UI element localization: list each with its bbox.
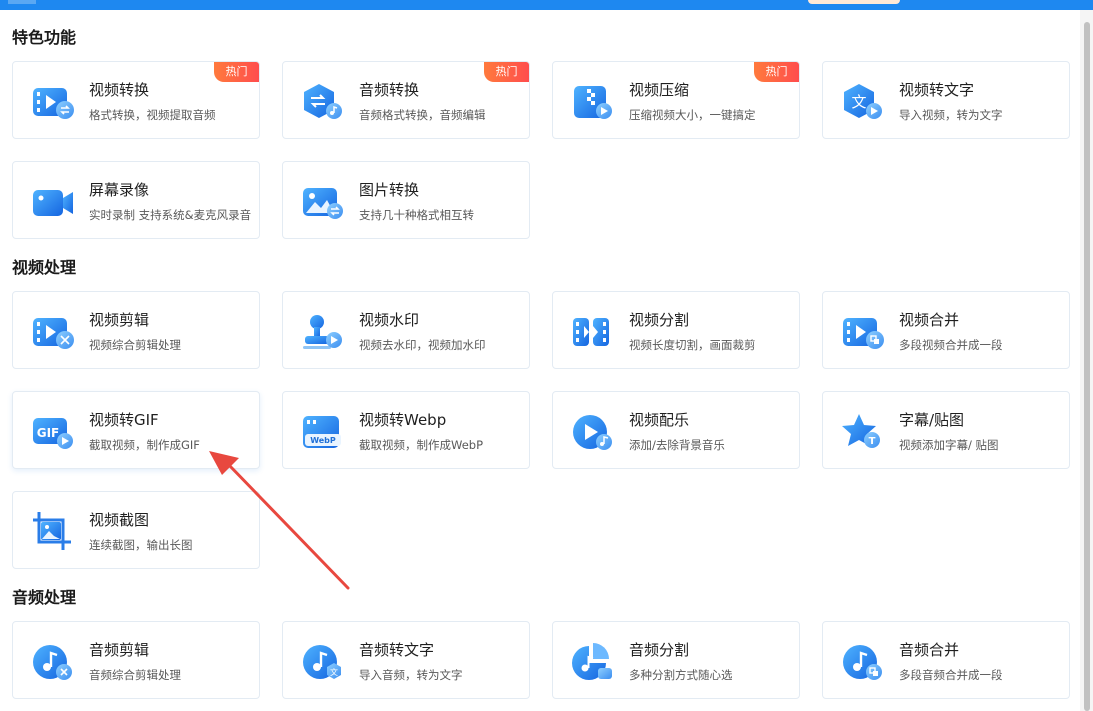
card-title: 屏幕录像	[89, 181, 150, 199]
card-video-watermark[interactable]: 视频水印 视频去水印，视频加水印	[282, 291, 530, 369]
card-description: 视频综合剪辑处理	[89, 338, 181, 352]
section-title-video: 视频处理	[12, 258, 77, 277]
webp-icon-label: WebP	[310, 436, 336, 445]
card-audio-merge[interactable]: 音频合并 多段音频合并成一段	[822, 621, 1070, 699]
card-description: 连续截图，输出长图	[89, 538, 193, 552]
vertical-scrollbar[interactable]	[1080, 10, 1093, 711]
video-to-text-icon: 文	[844, 84, 882, 119]
card-description: 实时录制 支持系统&麦克风录音	[89, 208, 252, 222]
card-description: 导入视频，转为文字	[899, 108, 1003, 122]
card-description: 音频综合剪辑处理	[89, 668, 181, 682]
audio-merge-icon	[843, 645, 882, 680]
card-description: 格式转换，视频提取音频	[89, 108, 216, 122]
section-title-featured: 特色功能	[12, 28, 77, 47]
card-title: 图片转换	[359, 181, 420, 199]
card-title: 视频压缩	[629, 81, 690, 99]
card-description: 多段音频合并成一段	[899, 668, 1003, 682]
card-description: 添加/去除背景音乐	[629, 438, 725, 452]
card-description: 多段视频合并成一段	[899, 338, 1003, 352]
video-compress-icon	[574, 86, 612, 119]
card-description: 多种分割方式随心选	[629, 668, 733, 682]
card-title: 视频水印	[359, 311, 420, 329]
audio-convert-icon	[304, 84, 342, 119]
video-screenshot-icon	[33, 512, 71, 550]
hot-badge: 热门	[214, 62, 259, 82]
hot-badge: 热门	[484, 62, 529, 82]
subtitle-icon-label: T	[869, 436, 876, 447]
video-split-icon	[573, 318, 609, 346]
card-description: 视频长度切割，画面裁剪	[629, 338, 756, 352]
card-description: 截取视频，制作成GIF	[89, 438, 200, 452]
section-title-audio: 音频处理	[12, 588, 77, 607]
card-title: 音频转换	[359, 81, 420, 99]
card-title: 视频合并	[899, 311, 960, 329]
feature-panel: 特色功能 视频转换 格式转换，视频提取音频 热门 音频转换 音频格式转换，音频编…	[0, 10, 1080, 711]
card-title: 音频剪辑	[89, 641, 150, 659]
card-video-merge[interactable]: 视频合并 多段视频合并成一段	[822, 291, 1070, 369]
card-subtitle-sticker[interactable]: T 字幕/贴图 视频添加字幕/ 贴图	[822, 391, 1070, 469]
card-video-screenshot[interactable]: 视频截图 连续截图，输出长图	[12, 491, 260, 569]
card-screen-record[interactable]: 屏幕录像 实时录制 支持系统&麦克风录音	[12, 161, 260, 239]
card-title: 音频分割	[629, 641, 690, 659]
subtitle-sticker-icon: T	[842, 414, 880, 448]
card-description: 音频格式转换，音频编辑	[359, 108, 486, 122]
card-title: 视频截图	[89, 511, 150, 529]
video-music-icon	[573, 415, 612, 450]
card-image-convert[interactable]: 图片转换 支持几十种格式相互转	[282, 161, 530, 239]
audio-to-text-icon: 文	[303, 645, 341, 679]
card-video-to-text[interactable]: 文 视频转文字 导入视频，转为文字	[822, 61, 1070, 139]
card-title: 视频配乐	[629, 411, 690, 429]
screen-record-icon	[33, 190, 73, 216]
video-convert-icon	[33, 88, 74, 119]
card-description: 视频添加字幕/ 贴图	[899, 438, 999, 452]
top-bar-left-button[interactable]	[8, 0, 36, 4]
image-convert-icon	[303, 188, 343, 219]
video-to-gif-icon: GIF	[33, 418, 73, 449]
video-to-text-glyph: 文	[851, 93, 866, 111]
audio-edit-icon	[33, 645, 72, 680]
card-title: 视频转Webp	[359, 411, 447, 429]
card-title: 视频剪辑	[89, 311, 150, 329]
top-bar	[0, 0, 1093, 10]
card-title: 视频转GIF	[89, 411, 159, 429]
scrollbar-thumb[interactable]	[1084, 22, 1090, 711]
card-title: 视频分割	[629, 311, 690, 329]
card-description: 视频去水印，视频加水印	[359, 338, 486, 352]
card-video-convert[interactable]: 视频转换 格式转换，视频提取音频 热门	[12, 61, 260, 139]
card-video-to-webp[interactable]: WebP 视频转Webp 截取视频，制作成WebP	[282, 391, 530, 469]
card-description: 导入音频，转为文字	[359, 668, 463, 682]
video-merge-icon	[843, 318, 884, 349]
card-title: 音频合并	[899, 641, 960, 659]
top-bar-pill-button[interactable]	[808, 0, 900, 4]
card-title: 视频转换	[89, 81, 150, 99]
card-video-to-gif[interactable]: GIF 视频转GIF 截取视频，制作成GIF	[12, 391, 260, 469]
card-audio-convert[interactable]: 音频转换 音频格式转换，音频编辑 热门	[282, 61, 530, 139]
video-to-webp-icon: WebP	[303, 416, 341, 448]
card-audio-edit[interactable]: 音频剪辑 音频综合剪辑处理	[12, 621, 260, 699]
card-description: 支持几十种格式相互转	[359, 208, 474, 222]
hot-badge: 热门	[754, 62, 799, 82]
card-audio-split[interactable]: 音频分割 多种分割方式随心选	[552, 621, 800, 699]
gif-icon-label: GIF	[37, 426, 60, 440]
card-description: 压缩视频大小，一键搞定	[629, 108, 756, 122]
video-watermark-icon	[303, 315, 342, 349]
card-title: 视频转文字	[899, 81, 975, 99]
video-edit-icon	[33, 318, 74, 349]
card-video-edit[interactable]: 视频剪辑 视频综合剪辑处理	[12, 291, 260, 369]
card-audio-to-text[interactable]: 文 音频转文字 导入音频，转为文字	[282, 621, 530, 699]
card-title: 字幕/贴图	[899, 411, 965, 429]
card-title: 音频转文字	[359, 641, 435, 659]
card-video-split[interactable]: 视频分割 视频长度切割，画面裁剪	[552, 291, 800, 369]
audio-to-text-glyph: 文	[330, 667, 338, 677]
card-video-compress[interactable]: 视频压缩 压缩视频大小，一键搞定 热门	[552, 61, 800, 139]
card-description: 截取视频，制作成WebP	[359, 438, 484, 452]
card-video-music[interactable]: 视频配乐 添加/去除背景音乐	[552, 391, 800, 469]
audio-split-icon	[572, 643, 612, 680]
